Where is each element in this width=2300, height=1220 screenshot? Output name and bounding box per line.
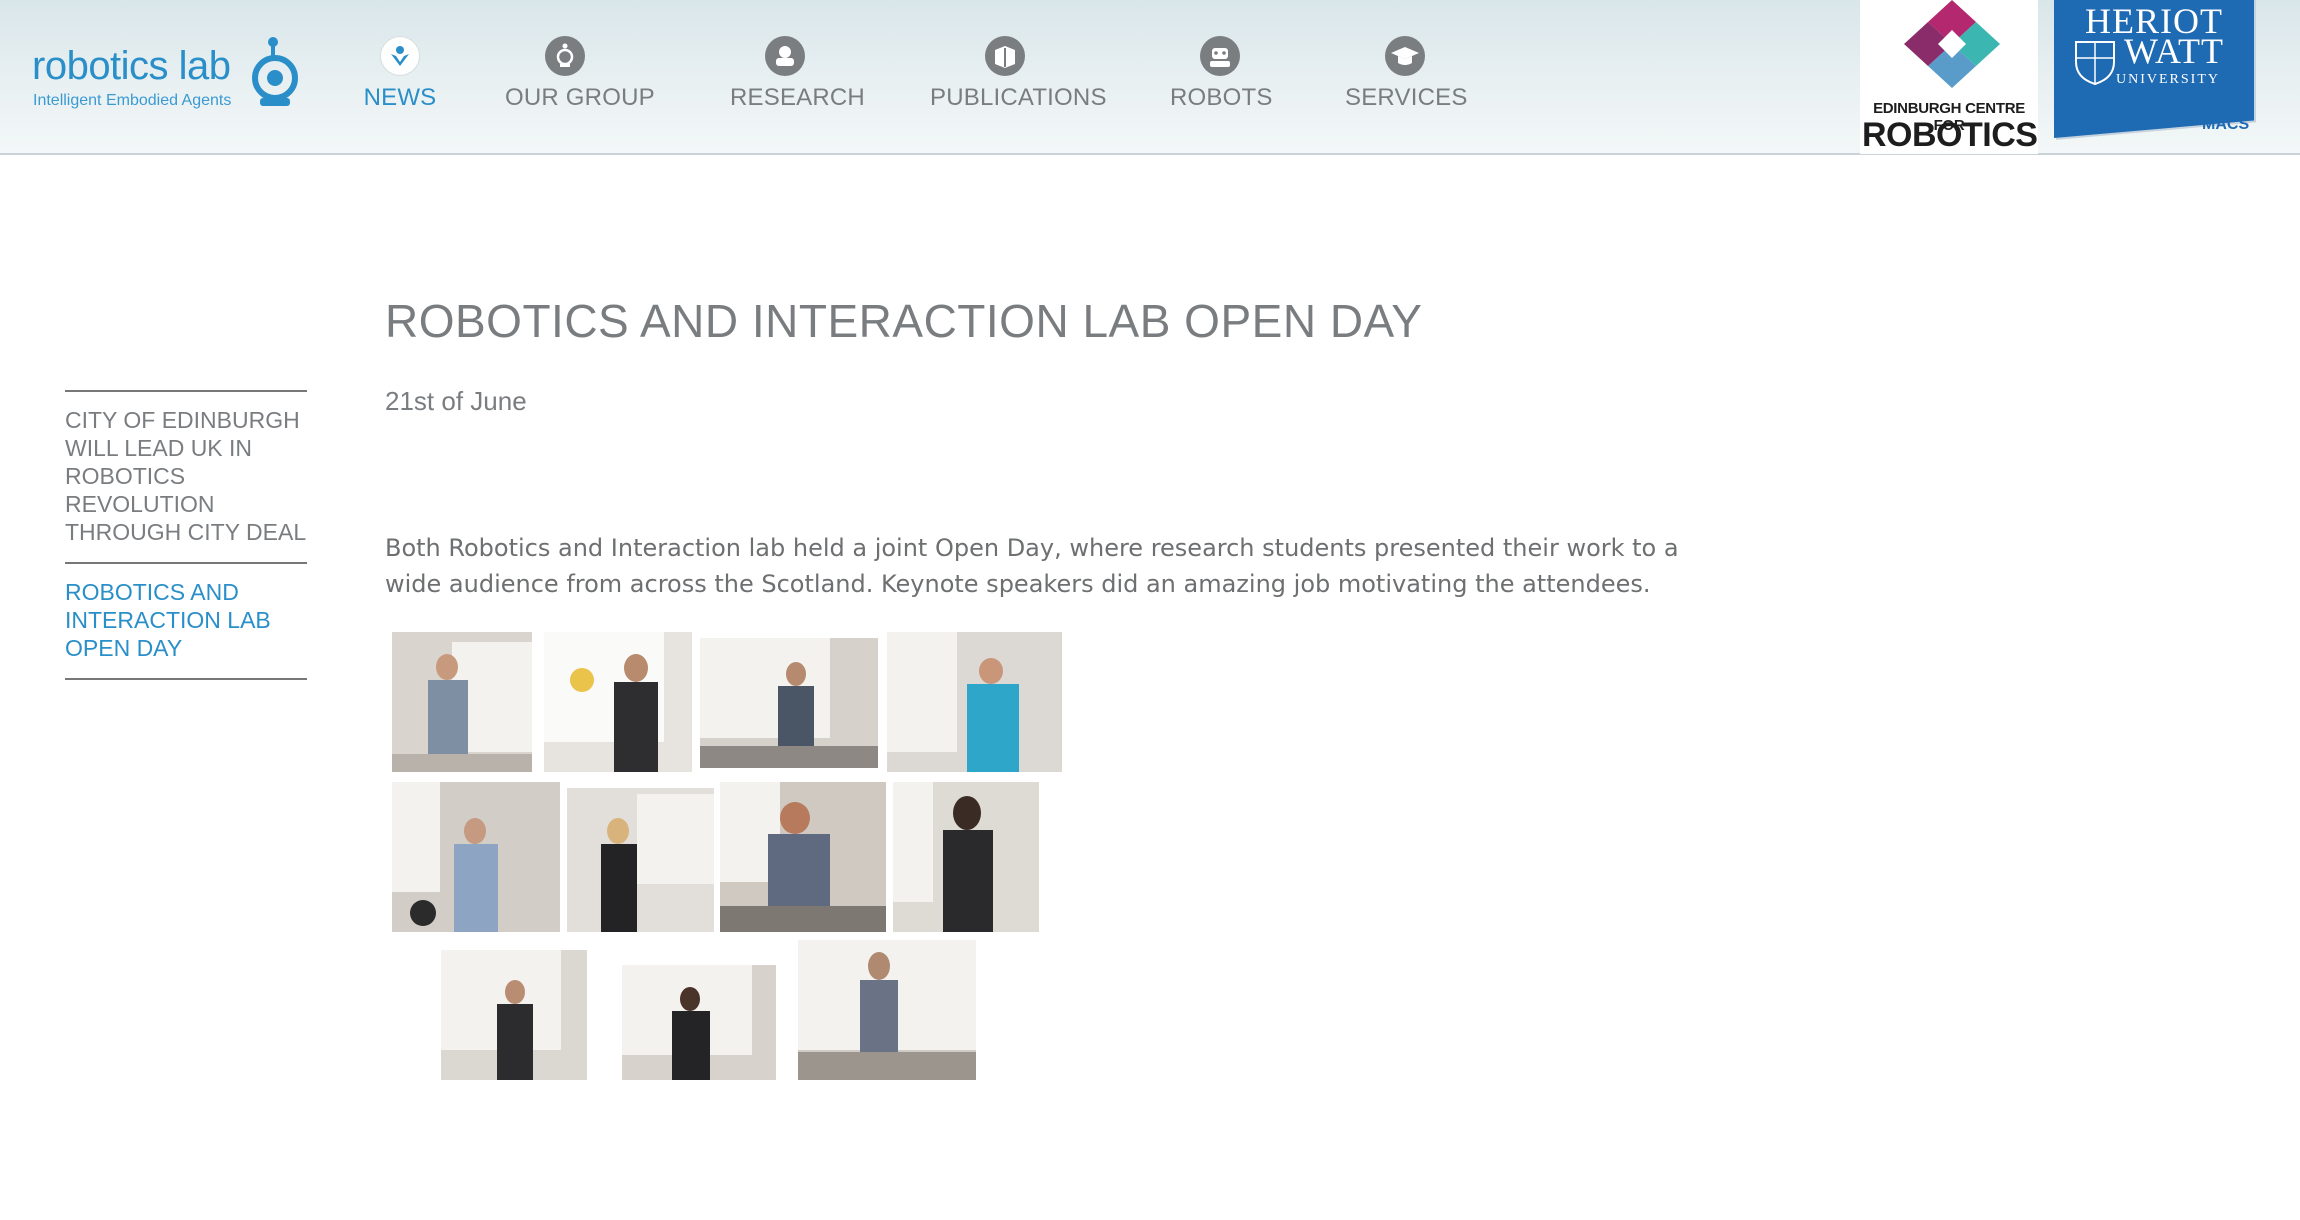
logo-title: robotics lab bbox=[32, 44, 231, 88]
publications-icon bbox=[985, 36, 1025, 76]
sidebar-item-open-day[interactable]: ROBOTICS AND INTERACTION LAB OPEN DAY bbox=[65, 564, 307, 678]
nav-label-news: NEWS bbox=[363, 84, 437, 111]
article-title: ROBOTICS AND INTERACTION LAB OPEN DAY bbox=[385, 295, 1423, 347]
group-icon bbox=[545, 36, 585, 76]
site-header: robotics lab Intelligent Embodied Agents… bbox=[0, 0, 2300, 155]
gallery-photo[interactable] bbox=[720, 782, 886, 932]
hw-logo-dept: MACS bbox=[2202, 116, 2250, 133]
robotics-lab-logo[interactable]: robotics lab Intelligent Embodied Agents bbox=[32, 36, 302, 116]
nav-label-publications: PUBLICATIONS bbox=[930, 84, 1107, 111]
nav-label-our-group: OUR GROUP bbox=[505, 84, 655, 111]
gallery-photo[interactable] bbox=[622, 965, 776, 1080]
nav-item-publications[interactable]: PUBLICATIONS bbox=[930, 30, 1107, 120]
nav-item-our-group[interactable]: OUR GROUP bbox=[505, 30, 655, 120]
gallery-photo[interactable] bbox=[700, 638, 878, 768]
gallery-photo[interactable] bbox=[893, 782, 1039, 932]
hw-crest-icon bbox=[2075, 41, 2115, 86]
news-sidebar: CITY OF EDINBURGH WILL LEAD UK IN ROBOTI… bbox=[65, 390, 307, 680]
gallery-photo[interactable] bbox=[887, 632, 1062, 772]
gallery-photo[interactable] bbox=[392, 782, 560, 932]
photo-gallery bbox=[385, 630, 1085, 1090]
sidebar-item-city-deal[interactable]: CITY OF EDINBURGH WILL LEAD UK IN ROBOTI… bbox=[65, 392, 307, 562]
sidebar-divider bbox=[65, 678, 307, 680]
article-date: 21st of June bbox=[385, 386, 527, 416]
logo-subtitle: Intelligent Embodied Agents bbox=[33, 92, 232, 109]
robot-mascot-icon bbox=[252, 37, 298, 106]
edinburgh-centre-for-robotics-logo[interactable]: EDINBURGH CENTRE FOR ROBOTICS bbox=[1860, 0, 2038, 154]
nav-label-services: SERVICES bbox=[1345, 84, 1468, 111]
nav-label-research: RESEARCH bbox=[730, 84, 865, 111]
ecr-diamond-icon bbox=[1904, 0, 2000, 88]
article-body: Both Robotics and Interaction lab held a… bbox=[385, 534, 1679, 598]
heriot-watt-logo[interactable]: HERIOT WATT UNIVERSITY MACS bbox=[2054, 0, 2254, 140]
nav-item-services[interactable]: SERVICES bbox=[1345, 30, 1468, 120]
ecr-logo-big-text: ROBOTICS bbox=[1862, 116, 2038, 154]
nav-item-news[interactable]: NEWS bbox=[360, 30, 440, 120]
nav-label-robots: ROBOTS bbox=[1170, 84, 1273, 111]
robots-icon bbox=[1200, 36, 1240, 76]
gallery-photo[interactable] bbox=[392, 632, 532, 772]
gallery-photo[interactable] bbox=[567, 788, 714, 932]
gallery-photo[interactable] bbox=[441, 950, 587, 1080]
gallery-photo[interactable] bbox=[798, 940, 976, 1080]
research-icon bbox=[765, 36, 805, 76]
hw-logo-university: UNIVERSITY bbox=[2116, 72, 2220, 87]
news-icon bbox=[380, 36, 420, 76]
services-icon bbox=[1385, 36, 1425, 76]
nav-item-research[interactable]: RESEARCH bbox=[730, 30, 865, 120]
gallery-photo[interactable] bbox=[544, 632, 692, 772]
nav-item-robots[interactable]: ROBOTS bbox=[1170, 30, 1273, 120]
